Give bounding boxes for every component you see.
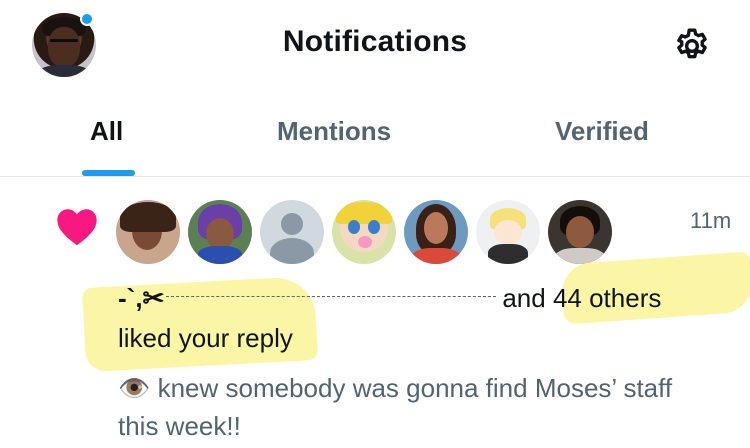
liker-avatar[interactable]: [188, 200, 252, 264]
connector-text: and: [502, 283, 546, 313]
others-count[interactable]: 44 others: [553, 283, 661, 313]
action-text: liked your reply: [118, 323, 293, 353]
notification-summary: -`,✂︎ and 44 others: [118, 283, 661, 314]
liker-avatar[interactable]: [260, 200, 324, 264]
active-tab-indicator: [82, 170, 135, 176]
tab-verified[interactable]: Verified: [555, 116, 649, 147]
reply-text: 👁️ knew somebody was gonna find Moses’ s…: [118, 373, 673, 441]
liker-avatar[interactable]: [404, 200, 468, 264]
page-title: Notifications: [282, 25, 468, 58]
notification-item[interactable]: 11m -`,✂︎ and 44 others liked your reply …: [0, 178, 750, 448]
top-bar: Notifications: [0, 0, 750, 90]
actor-name[interactable]: -`,✂︎: [118, 283, 164, 314]
liker-avatar[interactable]: [116, 200, 180, 264]
tab-all[interactable]: All: [90, 116, 123, 147]
liker-avatar[interactable]: [332, 200, 396, 264]
heart-icon: [57, 209, 97, 246]
liker-avatar[interactable]: [548, 200, 612, 264]
tab-mentions[interactable]: Mentions: [277, 116, 391, 147]
unread-indicator: [80, 12, 94, 26]
timestamp: 11m: [690, 208, 732, 233]
divider: [166, 296, 497, 298]
notification-tabs: All Mentions Verified: [0, 96, 750, 177]
liker-avatar[interactable]: [476, 200, 540, 264]
gear-icon[interactable]: [672, 26, 712, 66]
